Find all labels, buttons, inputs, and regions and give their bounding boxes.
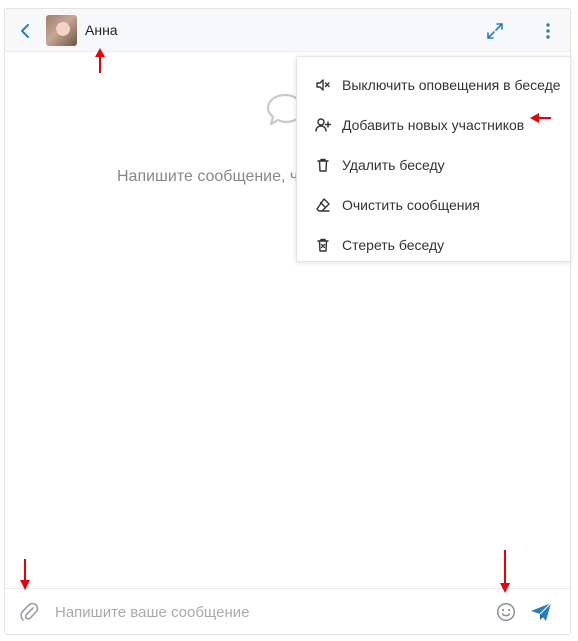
add-user-icon [315, 118, 331, 132]
mute-icon [316, 79, 330, 91]
smiley-icon [496, 602, 516, 622]
menu-item-add-participants[interactable]: Добавить новых участников [297, 105, 570, 145]
chat-header: Анна [5, 9, 570, 52]
more-options-button[interactable] [544, 22, 552, 40]
menu-item-label: Удалить беседу [342, 157, 445, 173]
menu-item-delete-conversation[interactable]: Удалить беседу [297, 145, 570, 185]
annotation-arrow-down-icon [20, 559, 30, 590]
annotation-arrow-down-icon [500, 550, 510, 593]
trash-x-icon [317, 238, 329, 252]
message-input[interactable] [53, 597, 477, 627]
annotation-arrow-left-icon [530, 113, 551, 123]
chevron-left-icon [21, 24, 29, 38]
eraser-icon [316, 198, 330, 212]
attach-button[interactable] [19, 601, 39, 623]
trash-icon [317, 158, 329, 172]
paperclip-icon [20, 602, 39, 621]
menu-item-label: Добавить новых участников [342, 117, 525, 133]
menu-item-label: Очистить сообщения [342, 197, 480, 213]
back-button[interactable] [17, 21, 35, 41]
expand-icon [487, 23, 503, 39]
more-vertical-icon [546, 23, 550, 39]
message-composer [5, 588, 570, 634]
avatar[interactable] [46, 15, 77, 46]
empty-state-text: Напишите сообщение, ч [117, 168, 299, 185]
chat-window: Анна Напишите сообщение, ч Выключить опо… [4, 8, 571, 635]
menu-item-label: Стереть беседу [342, 237, 445, 253]
send-icon [531, 602, 552, 621]
annotation-arrow-up-icon [95, 48, 105, 73]
send-button[interactable] [530, 601, 552, 623]
menu-item-clear-messages[interactable]: Очистить сообщения [297, 185, 570, 225]
expand-button[interactable] [486, 22, 504, 40]
menu-item-label: Выключить оповещения в беседе [342, 77, 561, 93]
menu-item-erase-conversation[interactable]: Стереть беседу [297, 225, 570, 265]
conversation-options-menu: Выключить оповещения в беседе Добавить н… [296, 56, 571, 262]
contact-name[interactable]: Анна [85, 22, 118, 38]
emoji-button[interactable] [496, 602, 516, 622]
menu-item-mute[interactable]: Выключить оповещения в беседе [297, 65, 570, 105]
